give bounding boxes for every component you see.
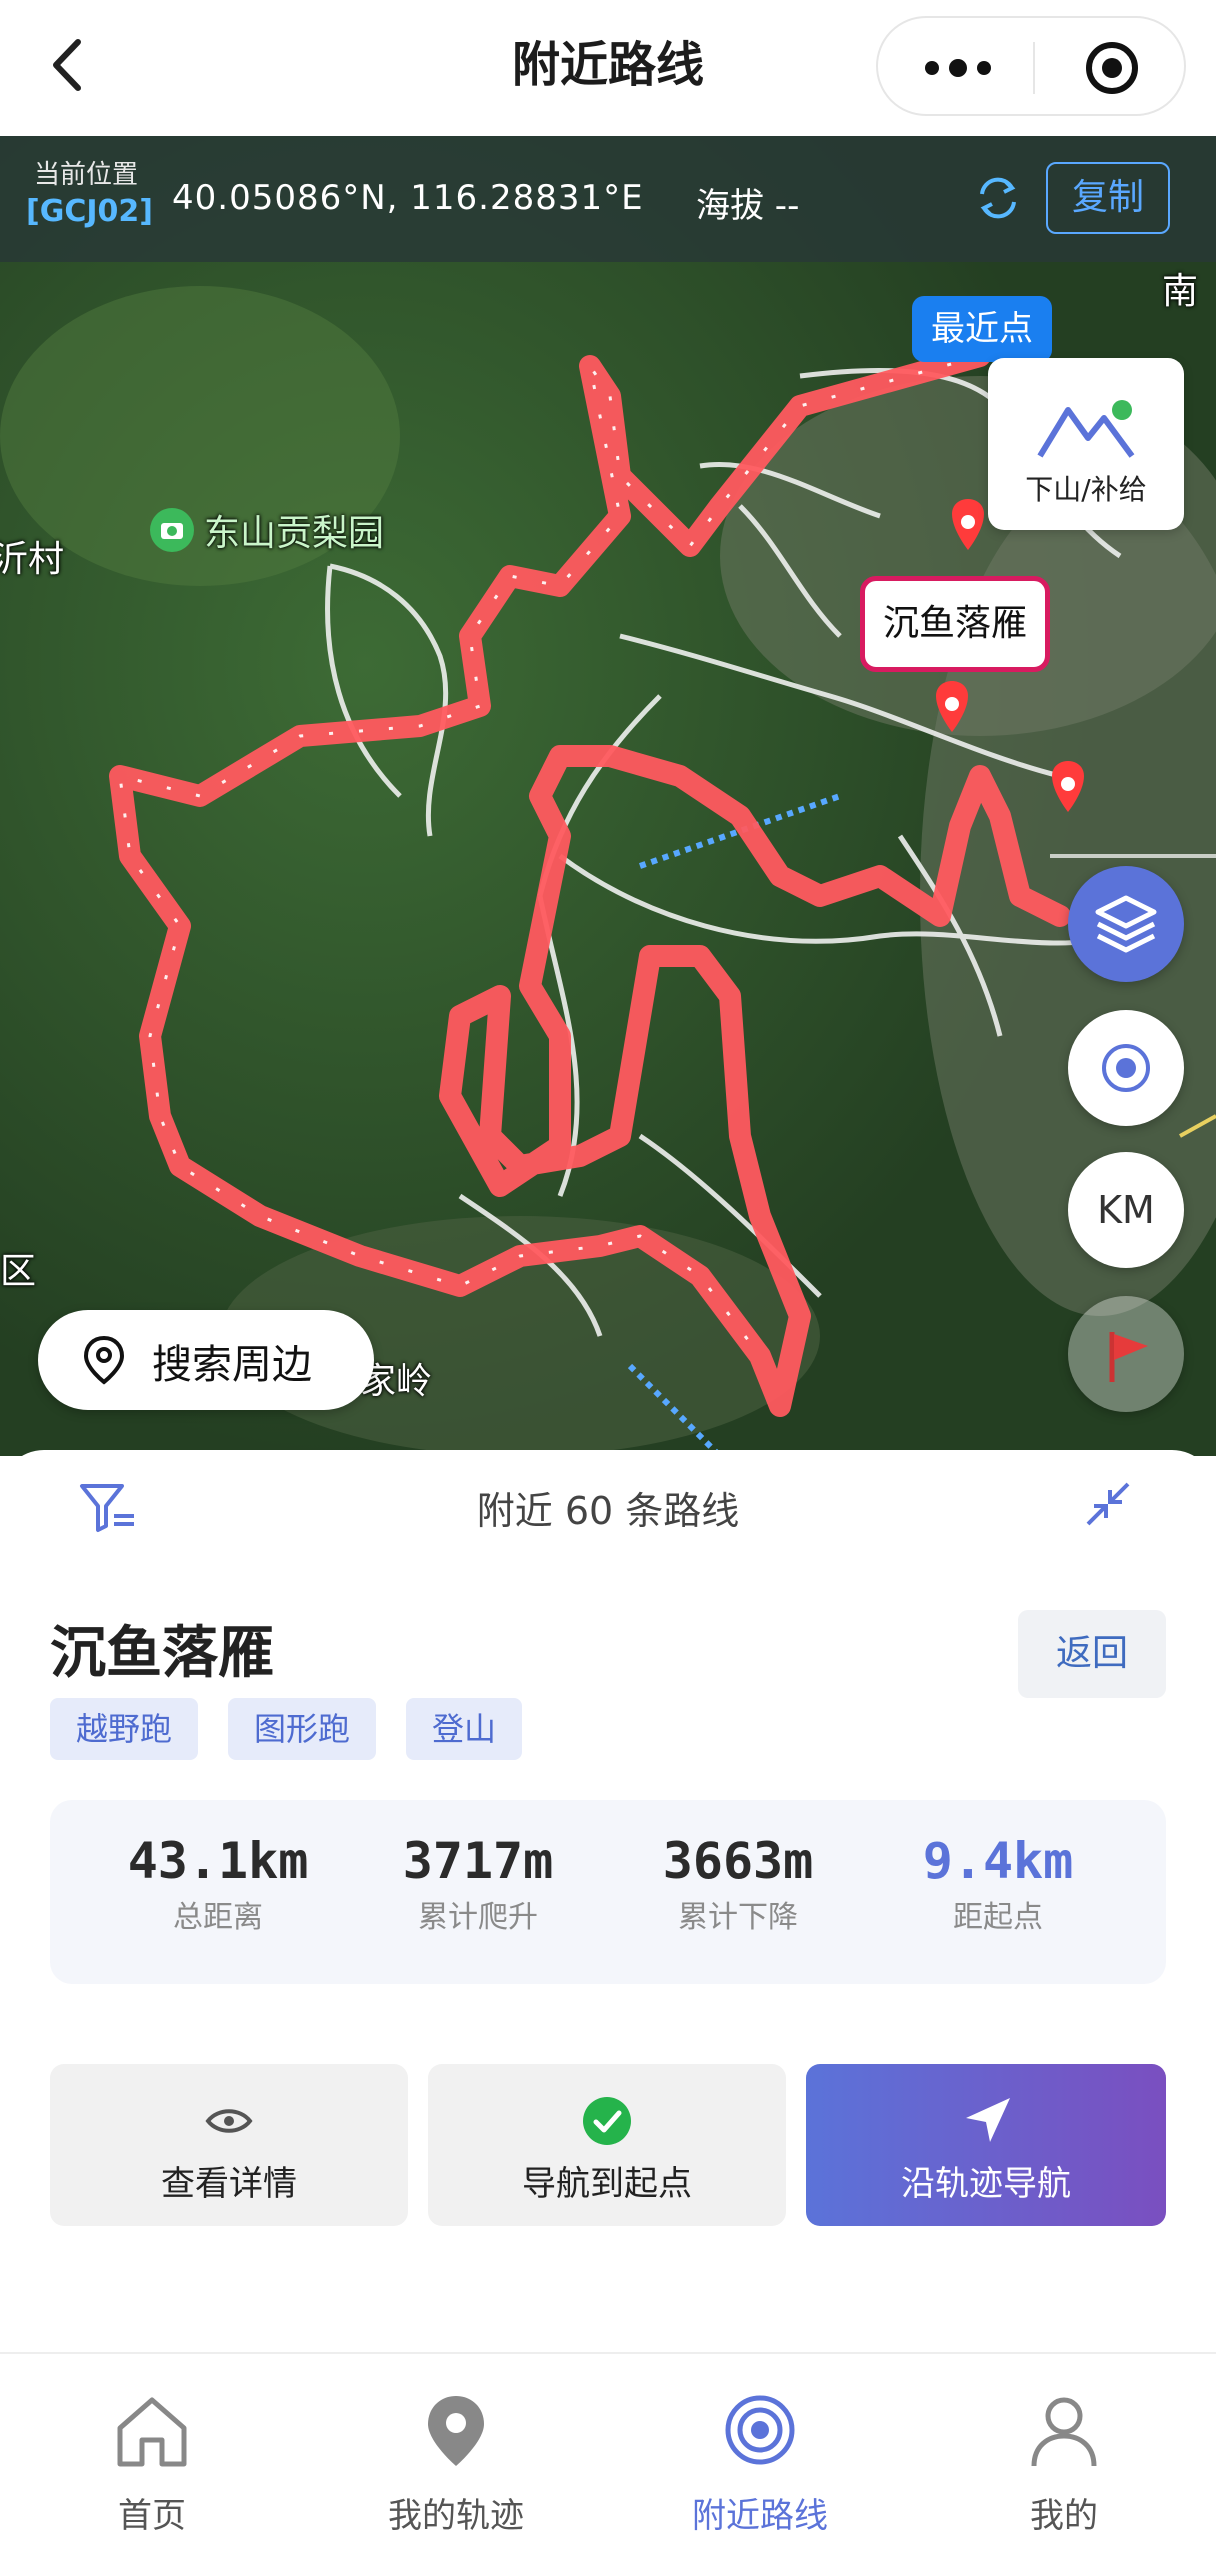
location-pin-icon [83,1335,125,1385]
tab-my-tracks[interactable]: 我的轨迹 [356,2390,556,2537]
flag-icon [1109,1332,1148,1382]
map-label-poi: 东山贡梨园 [204,513,385,554]
stat-distance-to-start: 9.4km 距起点 [873,1832,1123,1936]
mountain-icon [1037,400,1135,458]
stat-descent: 3663m 累计下降 [613,1832,863,1936]
tab-nearby-routes[interactable]: 附近路线 [660,2390,860,2537]
stat-value: 43.1km [127,1832,309,1890]
nearest-point-tag: 最近点 [912,296,1052,362]
navigate-to-start-label: 导航到起点 [522,2164,692,2204]
tag-trail-run: 越野跑 [50,1698,199,1760]
locate-icon [1102,1044,1150,1092]
layers-button[interactable] [1068,866,1184,982]
copy-button[interactable]: 复制 [1046,162,1170,234]
poi-camera-icon [150,508,194,552]
stat-ascent: 3717m 累计爬升 [353,1832,603,1936]
tag-hiking: 登山 [406,1698,523,1760]
route-callout[interactable]: 沉鱼落雁 [860,576,1050,672]
stat-distance: 43.1km 总距离 [93,1832,343,1936]
follow-track-label: 沿轨迹导航 [901,2164,1071,2204]
eye-icon [205,2109,253,2133]
tab-home[interactable]: 首页 [52,2390,252,2537]
stat-label: 总距离 [173,1900,263,1935]
flag-button[interactable] [1068,1296,1184,1412]
location-label: 当前位置 [34,160,139,190]
coord-system: [GCJ02] [26,194,153,229]
check-circle-icon [583,2097,631,2145]
view-details-label: 查看详情 [161,2164,297,2204]
layers-icon [1095,895,1157,953]
stat-value: 3663m [662,1832,814,1890]
capsule-divider [1033,42,1035,94]
supply-button[interactable]: 下山/补给 [988,358,1184,530]
nearby-route-count: 附近 60 条路线 [476,1489,740,1533]
route-name: 沉鱼落雁 [50,1621,274,1686]
map-label-village: 沂村 [0,539,65,580]
tab-label: 我的轨迹 [388,2496,524,2536]
map-label-district: 区 [0,1251,37,1292]
location-pin-icon [428,2396,484,2466]
close-target-icon[interactable] [1084,40,1140,96]
tab-label: 附近路线 [692,2496,828,2536]
collapse-icon[interactable] [1080,1476,1136,1532]
altitude-text: 海拔 -- [696,186,800,226]
tag-shape-run: 图形跑 [228,1698,377,1760]
tab-label: 我的 [1030,2496,1098,2536]
search-nearby-button[interactable]: 搜索周边 [38,1310,374,1410]
view-details-button[interactable]: 查看详情 [50,2064,408,2226]
stat-value: 9.4km [922,1832,1074,1890]
coordinates-text: 40.05086°N, 116.28831°E [172,178,644,218]
tab-mine[interactable]: 我的 [964,2390,1164,2537]
user-icon [1031,2397,1097,2467]
refresh-icon[interactable] [972,172,1024,224]
return-button[interactable]: 返回 [1018,1610,1166,1698]
stat-label: 累计爬升 [418,1900,538,1935]
follow-track-button[interactable]: 沿轨迹导航 [806,2064,1166,2226]
stat-label: 距起点 [953,1900,1043,1935]
home-icon [117,2397,187,2467]
more-dots-icon[interactable] [918,48,998,88]
target-icon [725,2395,795,2465]
navigate-to-start-button[interactable]: 导航到起点 [428,2064,786,2226]
scale-unit-button[interactable]: KM [1068,1152,1184,1268]
stat-value: 3717m [402,1832,554,1890]
locate-button[interactable] [1068,1010,1184,1126]
map-label-top-right: 南 [1162,271,1199,312]
navigation-arrow-icon [966,2098,1010,2142]
miniprogram-capsule [876,16,1186,116]
stat-label: 累计下降 [678,1900,798,1935]
supply-label: 下山/补给 [1025,473,1147,506]
tab-label: 首页 [118,2496,186,2536]
search-nearby-label: 搜索周边 [152,1342,312,1388]
